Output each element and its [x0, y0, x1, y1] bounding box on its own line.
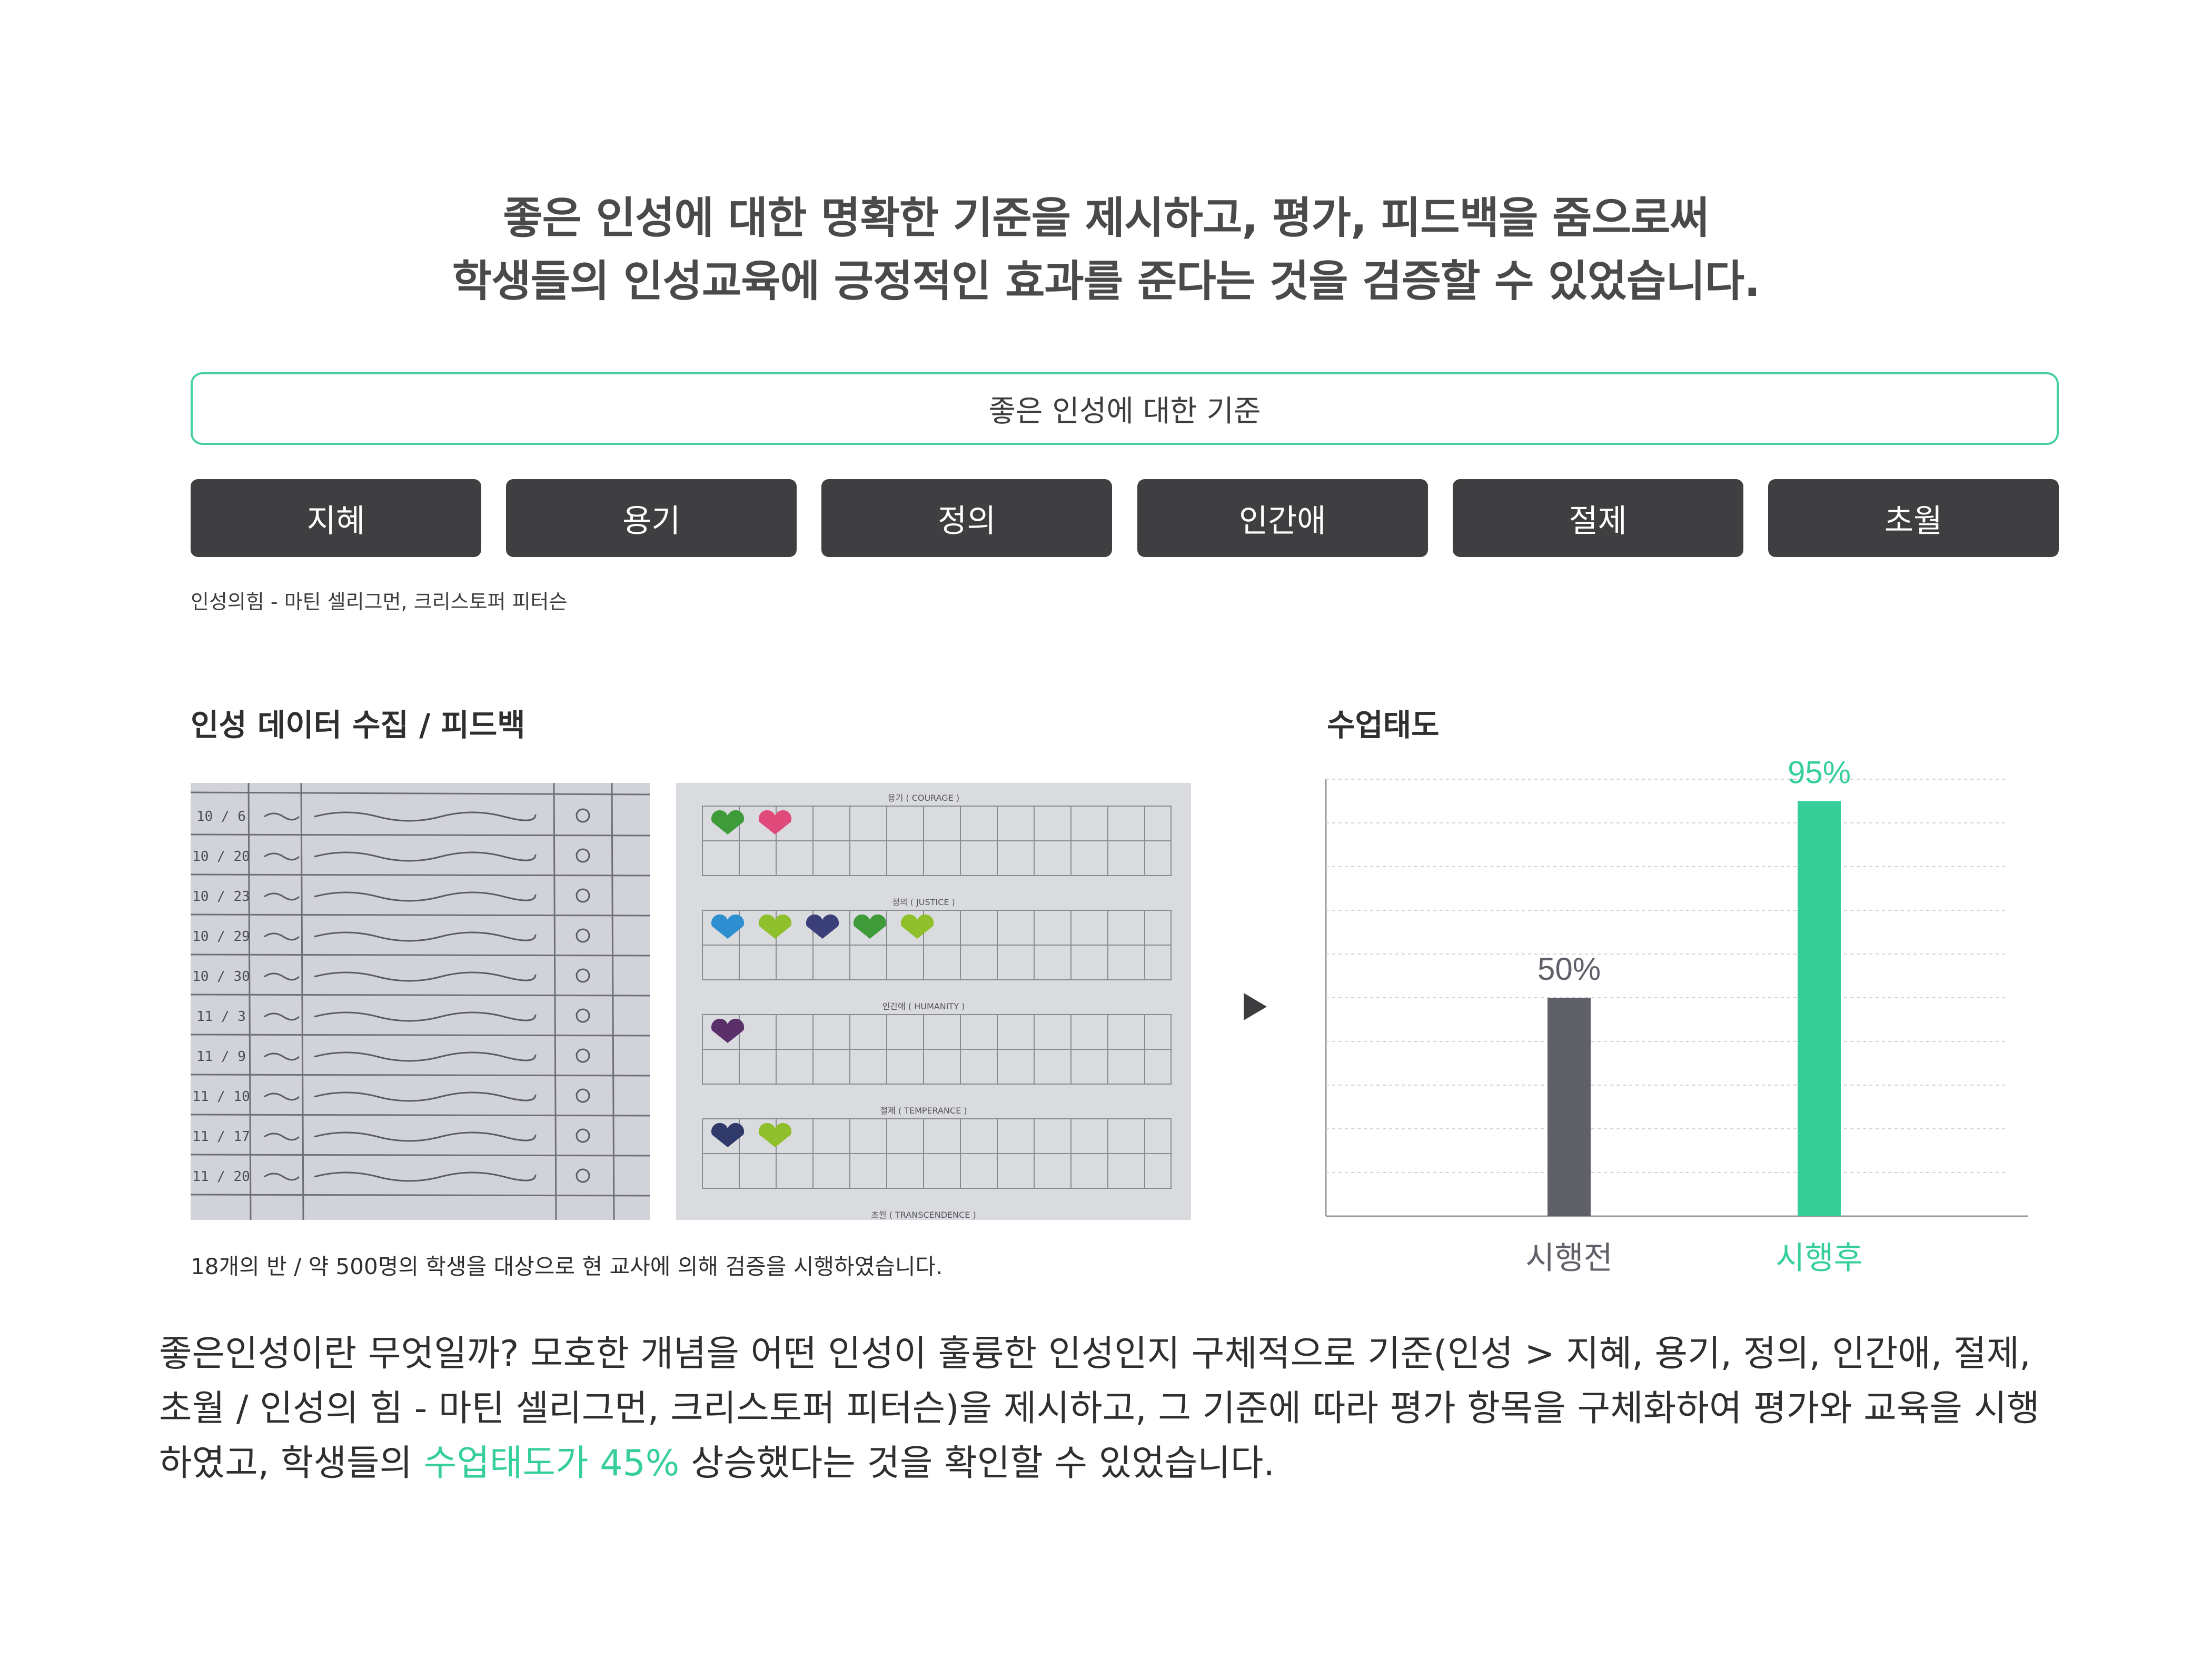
virtue-transcendence: 초월	[1768, 479, 2059, 557]
category-label: 시행전	[1525, 1240, 1613, 1277]
summary-highlight: 수업태도가 45%	[423, 1443, 680, 1484]
data-section-title: 인성 데이터 수집 / 피드백	[191, 707, 525, 743]
diary-sheet-photo: 10 / 6 10 / 20 10 / 23 10 / 29 10 / 30 11 / 3…	[191, 783, 650, 1220]
sticker-section-label: 초월 ( TRANSCENDENCE )	[871, 1210, 976, 1220]
virtue-list: 지혜 용기 정의 인간애 절제 초월	[191, 479, 2059, 557]
diary-date: 11 / 9	[196, 1049, 246, 1065]
summary-paragraph: 좋은인성이란 무엇일까? 모호한 개념을 어떤 인성이 훌륭한 인성인지 구체적…	[159, 1327, 2060, 1491]
diary-date: 10 / 23	[192, 889, 250, 905]
headline-line-1: 좋은 인성에 대한 명확한 기준을 제시하고, 평가, 피드백을 줌으로써	[503, 193, 1710, 243]
virtue-temperance: 절제	[1452, 479, 1743, 557]
sticker-section-label: 정의 ( JUSTICE )	[892, 897, 955, 907]
virtue-wisdom: 지혜	[191, 479, 481, 557]
diary-date: 11 / 20	[192, 1169, 250, 1185]
sticker-section-label: 절제 ( TEMPERANCE )	[880, 1106, 967, 1116]
headline-line-2: 학생들의 인성교육에 긍정적인 효과를 준다는 것을 검증할 수 있었습니다.	[452, 256, 1761, 306]
bar-value-label: 95%	[1788, 755, 1851, 790]
criteria-title: 좋은 인성에 대한 기준	[988, 394, 1261, 429]
diary-date: 10 / 30	[192, 969, 250, 985]
summary-text-2: 상승했다는 것을 확인할 수 있었습니다.	[679, 1443, 1275, 1484]
data-caption: 18개의 반 / 약 500명의 학생을 대상으로 현 교사에 의해 검증을 시…	[191, 1254, 943, 1279]
sticker-chart-photo: 용기 ( COURAGE ) 정의 ( JUSTICE ) 인간애 ( HUMANI…	[676, 783, 1191, 1220]
bar-value-label: 50%	[1538, 951, 1601, 987]
sticker-section-label: 용기 ( COURAGE )	[888, 793, 959, 803]
sticker-section-label: 인간애 ( HUMANITY )	[882, 1001, 965, 1011]
diary-date: 11 / 10	[192, 1089, 250, 1105]
virtue-courage: 용기	[506, 479, 797, 557]
criteria-title-box: 좋은 인성에 대한 기준	[191, 372, 2059, 445]
arrow-right-icon	[1244, 993, 1267, 1020]
diary-date: 11 / 3	[196, 1009, 246, 1025]
sticker-chart-drawing: 용기 ( COURAGE ) 정의 ( JUSTICE ) 인간애 ( HUMANI…	[676, 783, 1191, 1220]
attitude-bar-chart: 50% 시행전 95% 시행후	[1325, 755, 2028, 1277]
diary-sheet-drawing: 10 / 6 10 / 20 10 / 23 10 / 29 10 / 30 11 / 3…	[191, 783, 650, 1220]
diary-date: 10 / 6	[196, 809, 246, 824]
diary-date: 10 / 29	[192, 929, 250, 945]
diary-date: 11 / 17	[192, 1129, 250, 1145]
bar-after	[1798, 801, 1841, 1216]
diary-date: 10 / 20	[192, 849, 250, 865]
virtue-humanity: 인간애	[1137, 479, 1428, 557]
headline: 좋은 인성에 대한 명확한 기준을 제시하고, 평가, 피드백을 줌으로써 학생…	[0, 187, 2212, 313]
category-label: 시행후	[1775, 1240, 1863, 1277]
virtue-justice: 정의	[821, 479, 1113, 557]
bar-before	[1548, 998, 1591, 1216]
criteria-source: 인성의힘 - 마틴 셀리그먼, 크리스토퍼 피터슨	[191, 590, 568, 613]
